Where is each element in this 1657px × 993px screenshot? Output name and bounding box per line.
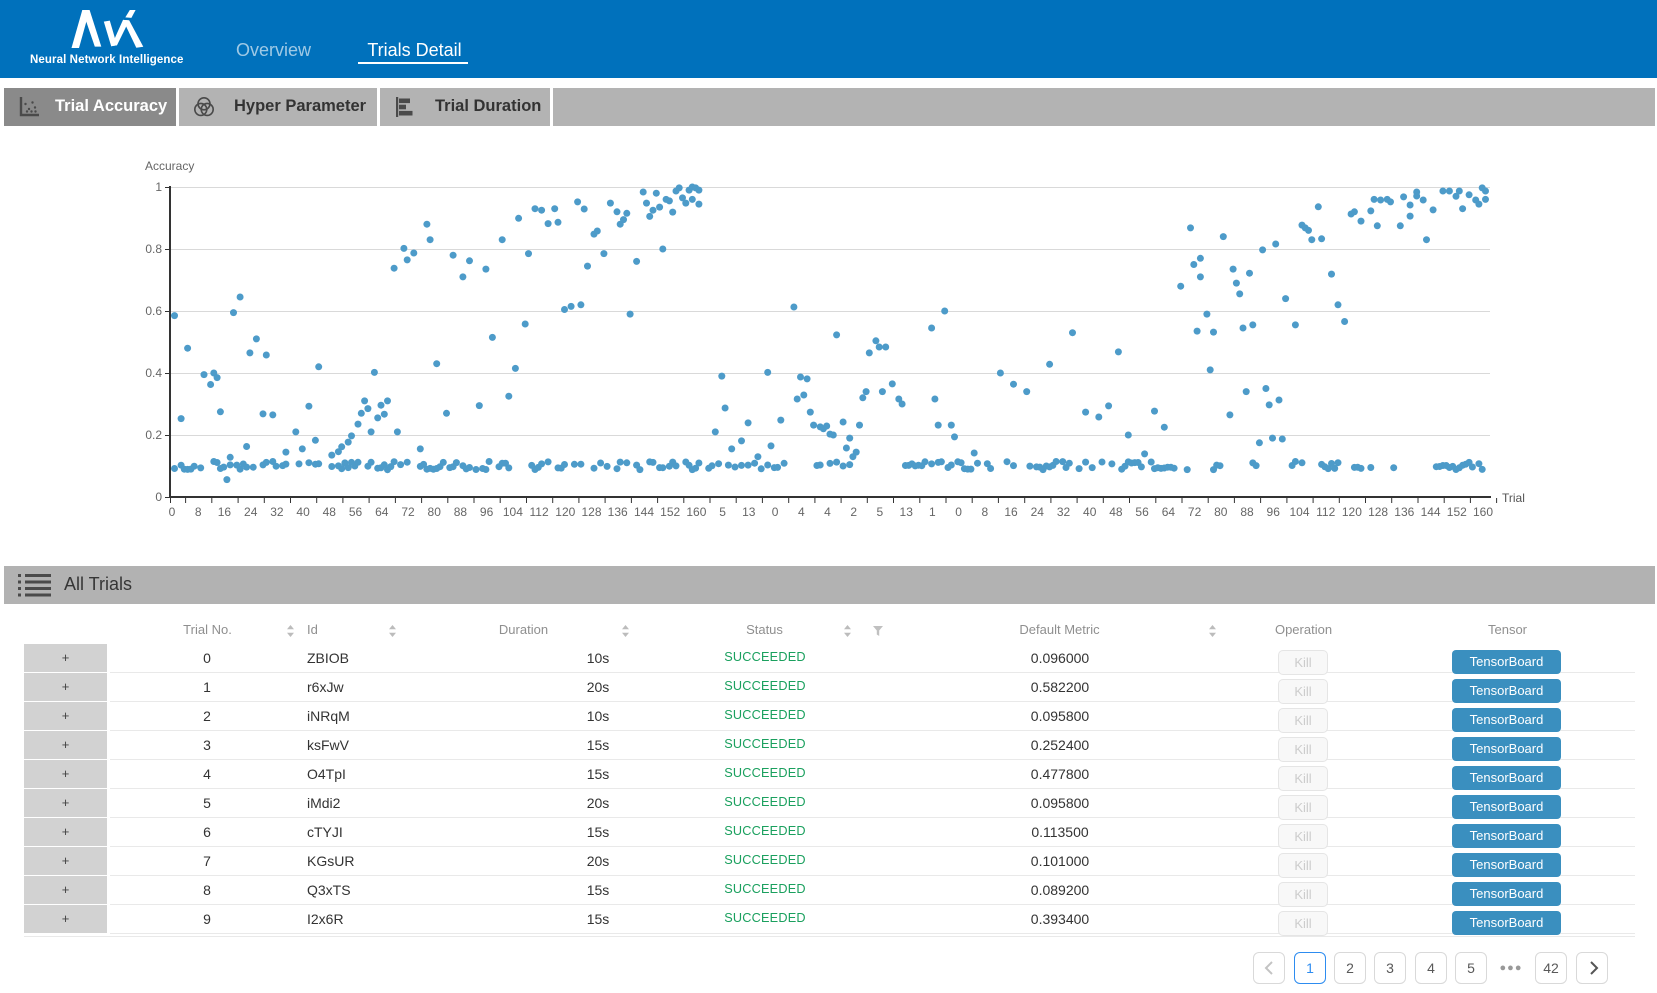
svg-text:64: 64 bbox=[375, 505, 389, 519]
svg-text:0.6: 0.6 bbox=[145, 304, 162, 318]
svg-text:112: 112 bbox=[530, 505, 549, 519]
svg-text:1: 1 bbox=[929, 505, 936, 519]
svg-text:104: 104 bbox=[1289, 505, 1309, 519]
svg-text:80: 80 bbox=[428, 505, 442, 519]
svg-text:13: 13 bbox=[900, 505, 914, 519]
svg-text:0: 0 bbox=[772, 505, 779, 519]
svg-text:96: 96 bbox=[1267, 505, 1281, 519]
svg-text:56: 56 bbox=[349, 505, 363, 519]
svg-text:0.4: 0.4 bbox=[145, 366, 162, 380]
svg-text:8: 8 bbox=[981, 505, 988, 519]
svg-text:152: 152 bbox=[660, 505, 680, 519]
svg-text:40: 40 bbox=[1083, 505, 1097, 519]
svg-text:120: 120 bbox=[555, 505, 575, 519]
svg-text:24: 24 bbox=[244, 505, 258, 519]
svg-text:2: 2 bbox=[850, 505, 857, 519]
svg-text:120: 120 bbox=[1342, 505, 1362, 519]
svg-text:80: 80 bbox=[1214, 505, 1228, 519]
svg-text:104: 104 bbox=[503, 505, 523, 519]
svg-text:72: 72 bbox=[1188, 505, 1202, 519]
svg-text:160: 160 bbox=[1473, 505, 1493, 519]
svg-text:Accuracy: Accuracy bbox=[145, 159, 194, 173]
svg-text:0: 0 bbox=[169, 505, 176, 519]
svg-text:1: 1 bbox=[155, 180, 162, 194]
svg-text:88: 88 bbox=[454, 505, 468, 519]
svg-text:32: 32 bbox=[1057, 505, 1071, 519]
svg-text:144: 144 bbox=[634, 505, 654, 519]
svg-text:5: 5 bbox=[719, 505, 726, 519]
svg-text:Trial: Trial bbox=[1502, 491, 1525, 505]
svg-text:0.2: 0.2 bbox=[145, 428, 162, 442]
svg-text:48: 48 bbox=[323, 505, 337, 519]
svg-text:0: 0 bbox=[155, 490, 162, 504]
svg-text:24: 24 bbox=[1031, 505, 1045, 519]
svg-text:8: 8 bbox=[195, 505, 202, 519]
svg-text:40: 40 bbox=[296, 505, 310, 519]
svg-text:64: 64 bbox=[1162, 505, 1176, 519]
svg-text:56: 56 bbox=[1135, 505, 1149, 519]
svg-text:13: 13 bbox=[742, 505, 756, 519]
svg-text:0.8: 0.8 bbox=[145, 242, 162, 256]
svg-text:88: 88 bbox=[1240, 505, 1254, 519]
svg-text:4: 4 bbox=[798, 505, 805, 519]
svg-text:136: 136 bbox=[608, 505, 628, 519]
svg-text:112: 112 bbox=[1316, 505, 1335, 519]
svg-text:128: 128 bbox=[1368, 505, 1388, 519]
svg-text:96: 96 bbox=[480, 505, 494, 519]
svg-text:72: 72 bbox=[401, 505, 415, 519]
svg-text:152: 152 bbox=[1447, 505, 1467, 519]
svg-text:160: 160 bbox=[686, 505, 706, 519]
svg-text:136: 136 bbox=[1394, 505, 1414, 519]
svg-text:5: 5 bbox=[877, 505, 884, 519]
svg-text:16: 16 bbox=[1004, 505, 1018, 519]
svg-text:48: 48 bbox=[1109, 505, 1123, 519]
svg-text:0: 0 bbox=[955, 505, 962, 519]
svg-text:32: 32 bbox=[270, 505, 284, 519]
svg-text:144: 144 bbox=[1421, 505, 1441, 519]
svg-text:4: 4 bbox=[824, 505, 831, 519]
svg-text:128: 128 bbox=[581, 505, 601, 519]
svg-text:16: 16 bbox=[218, 505, 232, 519]
